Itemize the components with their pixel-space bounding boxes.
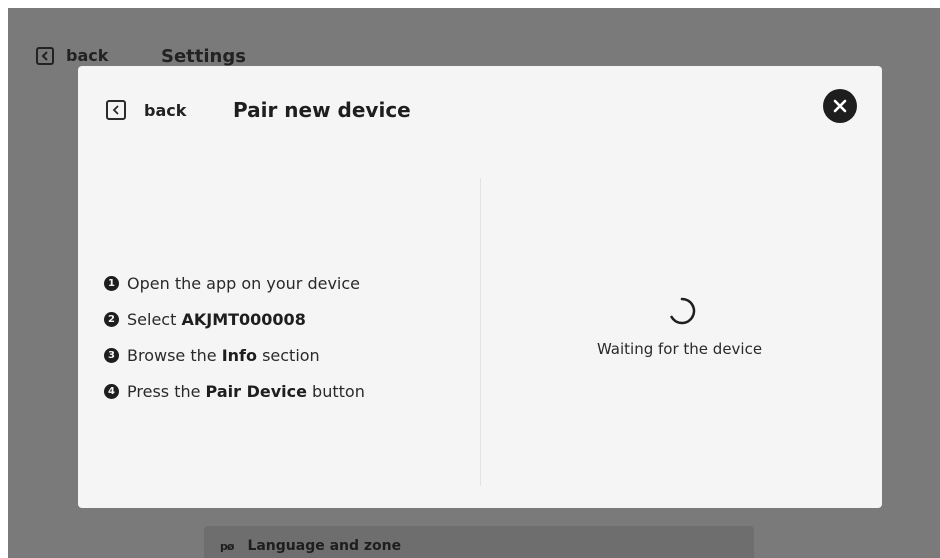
pairing-step: 2 Select AKJMT000008	[104, 301, 365, 337]
pairing-step: 3 Browse the Info section	[104, 337, 365, 373]
step-number-badge: 3	[104, 347, 119, 363]
step-text: Press the Pair Device button	[127, 381, 365, 401]
language-and-zone-row: pø Language and zone	[204, 526, 754, 558]
waiting-status: Waiting for the device	[481, 294, 882, 358]
background-page-title: Settings	[161, 46, 246, 67]
pair-device-dialog: back Pair new device 1 Open the app on y…	[78, 66, 882, 508]
chevron-left-icon	[36, 46, 54, 65]
step-number-badge: 4	[104, 383, 119, 399]
close-icon	[833, 99, 847, 113]
device-serial: AKJMT000008	[181, 309, 306, 329]
pairing-step: 1 Open the app on your device	[104, 265, 365, 301]
step-text: Browse the Info section	[127, 345, 320, 365]
background-back-label: back	[66, 46, 109, 65]
step-number-badge: 1	[104, 275, 119, 291]
pairing-steps-list: 1 Open the app on your device 2 Select A…	[104, 265, 365, 409]
dialog-title: Pair new device	[233, 98, 411, 122]
step-text: Open the app on your device	[127, 273, 360, 293]
language-and-zone-label: Language and zone	[247, 538, 402, 554]
step-number-badge: 2	[104, 311, 119, 327]
waiting-status-text: Waiting for the device	[596, 340, 763, 358]
dialog-header: back	[106, 100, 186, 120]
loading-spinner-icon	[669, 297, 695, 325]
language-icon: pø	[220, 539, 234, 553]
step-text: Select AKJMT000008	[127, 309, 306, 329]
chevron-left-icon	[106, 100, 126, 120]
screen: back Settings pø Language and zone back …	[8, 8, 940, 558]
dialog-back-button[interactable]: back	[106, 100, 186, 120]
dialog-back-label: back	[144, 100, 187, 120]
background-back-button: back	[36, 46, 108, 65]
close-button[interactable]	[823, 89, 857, 123]
pairing-step: 4 Press the Pair Device button	[104, 373, 365, 409]
